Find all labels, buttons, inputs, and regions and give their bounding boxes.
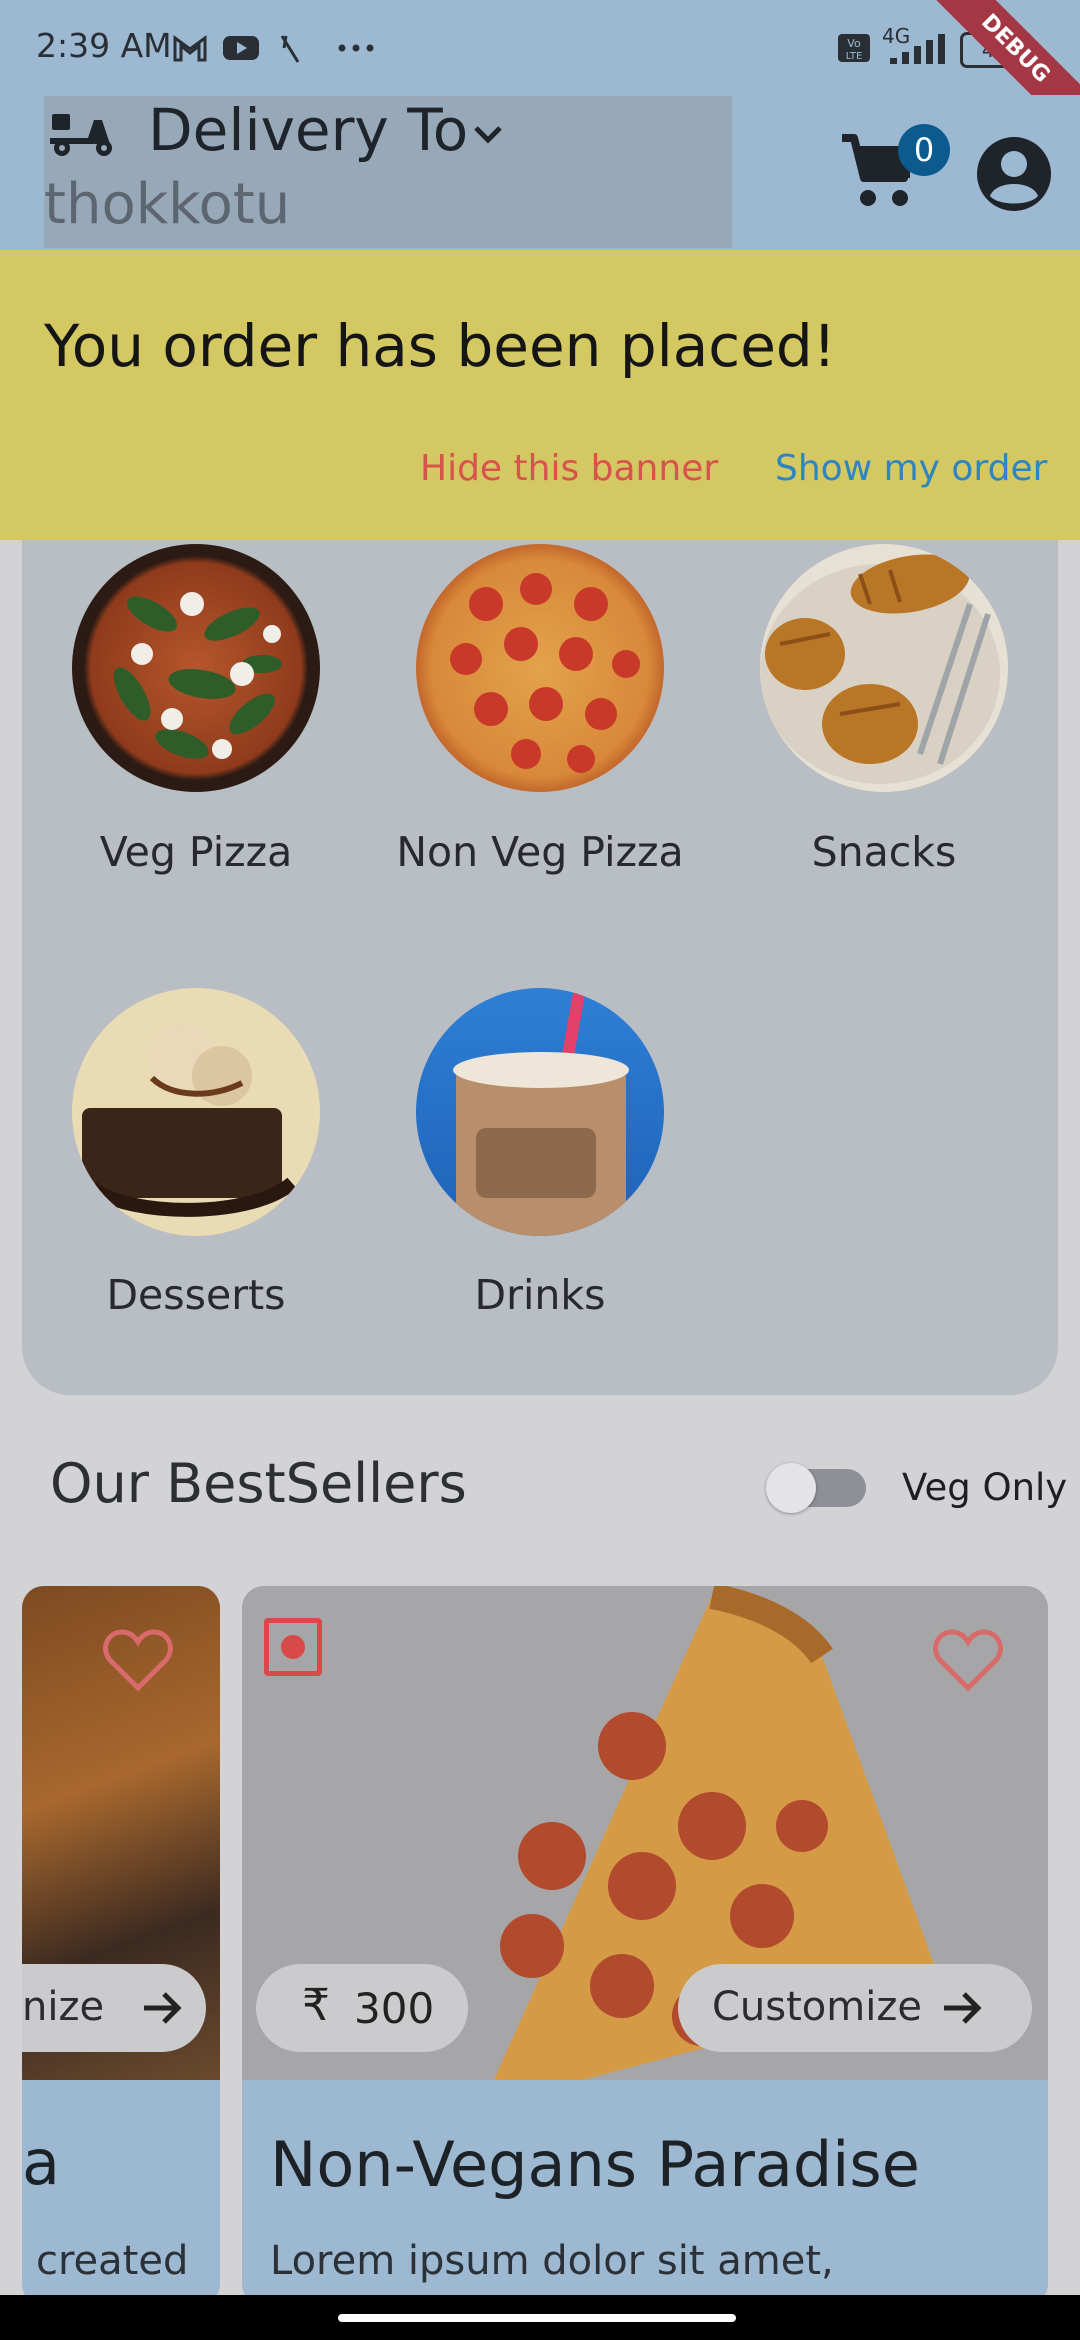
category-label: Snacks <box>811 828 957 876</box>
customize-button[interactable]: nize <box>22 1964 206 2052</box>
non-veg-marker-icon <box>264 1618 322 1676</box>
category-label: Non Veg Pizza <box>396 828 684 876</box>
category-desserts[interactable] <box>72 988 320 1236</box>
veg-pizza-image <box>113 592 282 759</box>
gmail-icon <box>173 35 207 62</box>
order-placed-banner <box>0 250 1080 540</box>
show-order-button[interactable]: Show my order <box>775 448 1047 489</box>
delivery-to-label: Delivery To <box>148 96 469 164</box>
desserts-image <box>82 1024 297 1217</box>
signal-strength-icon <box>884 28 946 64</box>
bestsellers-title: Our BestSellers <box>50 1452 467 1515</box>
customize-label: nize <box>22 1984 105 2030</box>
svg-text:Vo: Vo <box>847 37 861 50</box>
product-title: a <box>22 2126 60 2199</box>
category-label: Desserts <box>106 1271 286 1319</box>
product-description: Lorem ipsum dolor sit amet, <box>270 2238 834 2284</box>
product-title: Non-Vegans Paradise <box>270 2128 920 2201</box>
category-veg-pizza[interactable] <box>72 544 320 792</box>
product-description: created <box>36 2238 189 2284</box>
home-gesture-handle[interactable] <box>338 2314 736 2322</box>
profile-avatar-icon[interactable] <box>976 136 1052 212</box>
category-snacks[interactable] <box>760 544 1008 792</box>
arrow-right-icon <box>944 1992 982 2024</box>
non-veg-pizza-image <box>450 573 640 773</box>
cart-count-badge: 0 <box>898 124 950 176</box>
snacks-image <box>760 554 1000 784</box>
favorite-heart-icon[interactable] <box>102 1628 174 1694</box>
location-name: thokkotu <box>44 172 291 237</box>
banner-message: You order has been placed! <box>44 312 836 380</box>
price-value: 300 <box>354 1984 435 2033</box>
hide-banner-button[interactable]: Hide this banner <box>420 448 718 489</box>
svg-text:LTE: LTE <box>846 51 863 62</box>
category-label: Veg Pizza <box>99 828 293 876</box>
category-non-veg-pizza[interactable] <box>416 544 664 792</box>
youtube-icon <box>223 36 259 60</box>
bestseller-card[interactable]: nize a created <box>22 1586 220 2306</box>
price-tag: ₹ 300 <box>256 1964 468 2052</box>
drinks-image <box>453 988 629 1236</box>
rupee-icon: ₹ <box>302 1980 330 2031</box>
customize-label: Customize <box>712 1984 922 2030</box>
veg-only-label: Veg Only <box>902 1466 1068 1509</box>
status-time: 2:39 AM <box>36 26 172 65</box>
category-label: Drinks <box>474 1271 606 1319</box>
customize-button[interactable]: Customize <box>678 1964 1032 2052</box>
arrow-right-icon <box>144 1992 182 2024</box>
volte-icon: Vo LTE <box>838 34 870 62</box>
delivery-scooter-icon <box>50 114 112 156</box>
more-dots-icon <box>338 44 374 52</box>
category-drinks[interactable] <box>416 988 664 1236</box>
favorite-heart-icon[interactable] <box>932 1628 1004 1694</box>
chevron-down-icon[interactable] <box>468 118 508 152</box>
veg-only-toggle-knob[interactable] <box>766 1463 816 1513</box>
signal-slash-icon <box>280 35 300 63</box>
